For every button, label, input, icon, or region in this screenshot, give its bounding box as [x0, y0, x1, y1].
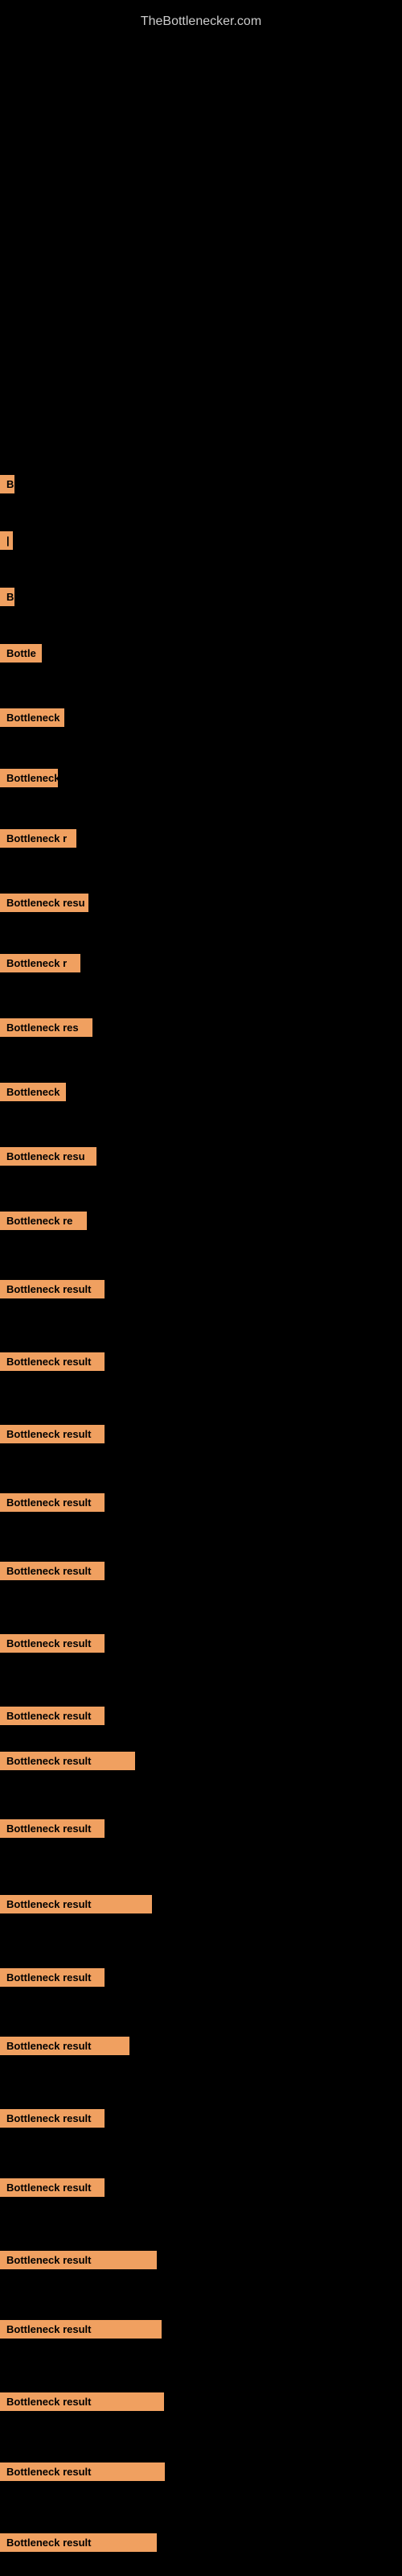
bottleneck-bar-4[interactable]: Bottle: [0, 644, 42, 663]
bottleneck-bar-16[interactable]: Bottleneck result: [0, 1425, 105, 1443]
bottleneck-bar-17[interactable]: Bottleneck result: [0, 1493, 105, 1512]
bottleneck-bar-20[interactable]: Bottleneck result: [0, 1707, 105, 1725]
bottleneck-bar-9[interactable]: Bottleneck r: [0, 954, 80, 972]
bottleneck-bar-31[interactable]: Bottleneck result: [0, 2462, 165, 2481]
bottleneck-bar-23[interactable]: Bottleneck result: [0, 1895, 152, 1913]
bottleneck-bar-15[interactable]: Bottleneck result: [0, 1352, 105, 1371]
bottleneck-bar-11[interactable]: Bottleneck: [0, 1083, 66, 1101]
bottleneck-bar-26[interactable]: Bottleneck result: [0, 2109, 105, 2128]
bottleneck-bar-8[interactable]: Bottleneck resu: [0, 894, 88, 912]
bottleneck-bar-14[interactable]: Bottleneck result: [0, 1280, 105, 1298]
bottleneck-bar-27[interactable]: Bottleneck result: [0, 2178, 105, 2197]
bottleneck-bar-30[interactable]: Bottleneck result: [0, 2392, 164, 2411]
bottleneck-bar-12[interactable]: Bottleneck resu: [0, 1147, 96, 1166]
bottleneck-bar-10[interactable]: Bottleneck res: [0, 1018, 92, 1037]
bottleneck-bar-28[interactable]: Bottleneck result: [0, 2251, 157, 2269]
bottleneck-bar-1[interactable]: B: [0, 475, 14, 493]
bottleneck-bar-18[interactable]: Bottleneck result: [0, 1562, 105, 1580]
bottleneck-bar-24[interactable]: Bottleneck result: [0, 1968, 105, 1987]
bottleneck-bar-32[interactable]: Bottleneck result: [0, 2533, 157, 2552]
bottleneck-bar-21[interactable]: Bottleneck result: [0, 1752, 135, 1770]
bottleneck-bar-3[interactable]: B: [0, 588, 14, 606]
bottleneck-bar-6[interactable]: Bottleneck: [0, 769, 58, 787]
bottleneck-bar-19[interactable]: Bottleneck result: [0, 1634, 105, 1653]
bottleneck-bar-13[interactable]: Bottleneck re: [0, 1212, 87, 1230]
bottleneck-bar-22[interactable]: Bottleneck result: [0, 1819, 105, 1838]
bottleneck-bar-29[interactable]: Bottleneck result: [0, 2320, 162, 2339]
bottleneck-bar-7[interactable]: Bottleneck r: [0, 829, 76, 848]
bottleneck-bar-25[interactable]: Bottleneck result: [0, 2037, 129, 2055]
bottleneck-bar-5[interactable]: Bottleneck: [0, 708, 64, 727]
site-title: TheBottlenecker.com: [0, 6, 402, 29]
bottleneck-bar-2[interactable]: |: [0, 531, 13, 550]
